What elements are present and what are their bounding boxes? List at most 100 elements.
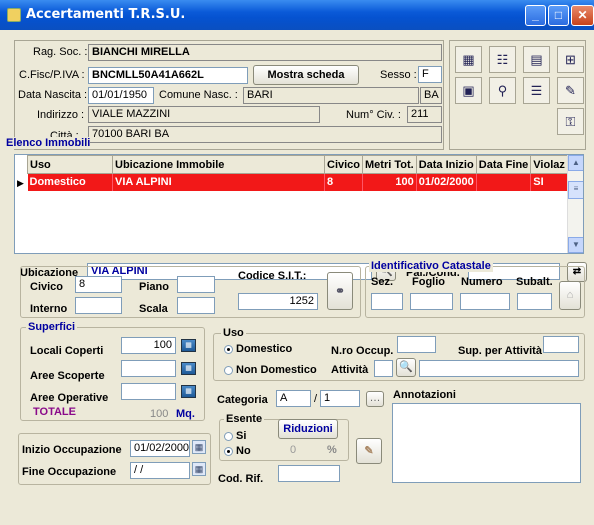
col-data-inizio[interactable]: Data Inizio [415, 155, 477, 174]
cell-metri[interactable]: 100 [362, 173, 417, 191]
esente-no-radio[interactable]: No [224, 445, 251, 457]
categoria-sep: / [314, 393, 318, 405]
uso-title: Uso [221, 327, 246, 339]
col-ubicazione[interactable]: Ubicazione Immobile [112, 155, 325, 174]
sup-attivita-field[interactable] [543, 336, 579, 353]
network-icon[interactable]: ⊞ [557, 46, 584, 73]
minimize-button[interactable]: _ [525, 5, 546, 26]
foglio-field[interactable] [410, 293, 453, 310]
numero-field[interactable] [460, 293, 510, 310]
col-uso[interactable]: Uso [27, 155, 113, 174]
home-icon[interactable]: ⌂ [559, 281, 581, 310]
sup-attivita-label: Sup. per Attività [458, 345, 542, 357]
mostra-scheda-button[interactable]: Mostra scheda [253, 65, 359, 85]
esente-si-label: Si [236, 430, 247, 442]
sez-label: Sez. [371, 276, 394, 288]
radio-icon [224, 431, 233, 441]
calc-operative-icon[interactable]: ▦ [181, 385, 196, 398]
non-domestico-radio[interactable]: Non Domestico [224, 364, 317, 376]
categoria-field-2[interactable]: 1 [320, 390, 360, 407]
domestico-radio[interactable]: Domestico [224, 343, 292, 355]
rag-soc-field: BIANCHI MIRELLA [88, 44, 442, 61]
col-violaz[interactable]: Violaz [530, 155, 572, 174]
calc-icon[interactable]: ▣ [455, 77, 482, 104]
calc-scoperte-icon[interactable]: ▦ [181, 362, 196, 375]
row-selector-icon: ▶ [17, 178, 24, 188]
aree-operative-label: Aree Operative [30, 392, 109, 404]
cell-data-fine[interactable] [476, 173, 532, 191]
calendar-icon[interactable]: ▦ [192, 462, 206, 476]
annotazioni-field[interactable] [392, 403, 581, 483]
radio-icon [224, 344, 233, 354]
immobili-grid[interactable]: ▶ Uso Ubicazione Immobile Civico Metri T… [14, 154, 584, 254]
civico-field[interactable]: 8 [75, 276, 122, 293]
fine-occ-label: Fine Occupazione [22, 466, 117, 478]
locali-coperti-field[interactable]: 100 [121, 337, 176, 354]
scroll-thumb[interactable]: ≡ [568, 181, 583, 199]
categoria-field[interactable]: A [276, 390, 311, 407]
col-metri[interactable]: Metri Tot. [362, 155, 417, 174]
comune-nasc-field: BARI [243, 87, 419, 104]
title-bar[interactable]: Accertamenti T.R.S.U. _ □ ✕ [0, 0, 594, 30]
esente-title: Esente [224, 413, 265, 425]
scroll-down-icon[interactable]: ▼ [568, 237, 583, 253]
fine-occ-field[interactable]: / / [130, 462, 190, 479]
binoculars-icon[interactable]: ⚭ [327, 272, 353, 310]
calc-locali-icon[interactable]: ▦ [181, 339, 196, 352]
riduzioni-button[interactable]: Riduzioni [278, 419, 338, 439]
cell-data-inizio[interactable]: 01/02/2000 [416, 173, 477, 191]
num-civ-field: 211 [407, 106, 442, 123]
nro-occup-field[interactable] [397, 336, 436, 353]
aree-scoperte-field[interactable] [121, 360, 176, 377]
cell-civico[interactable]: 8 [324, 173, 364, 191]
sez-field[interactable] [371, 293, 403, 310]
cod-rif-field[interactable] [278, 465, 340, 482]
cod-rif-label: Cod. Rif. [218, 473, 264, 485]
scroll-up-icon[interactable]: ▲ [568, 155, 583, 171]
prov-field: BA [420, 87, 442, 104]
grid-scrollbar[interactable]: ≡ ▲ ▼ [567, 155, 583, 253]
key-icon[interactable]: ⚿ [557, 108, 584, 135]
form-icon[interactable]: ▤ [523, 46, 550, 73]
maximize-button[interactable]: □ [548, 5, 569, 26]
percent-label: % [327, 444, 337, 456]
cf-field[interactable]: BNCMLL50A41A662L [88, 67, 248, 84]
card-icon[interactable]: ☷ [489, 46, 516, 73]
data-nascita-field[interactable]: 01/01/1950 [88, 87, 154, 104]
table-row[interactable]: Domestico VIA ALPINI 8 100 01/02/2000 SI [27, 173, 572, 191]
esente-no-label: No [236, 445, 251, 457]
esente-si-radio[interactable]: Si [224, 430, 246, 442]
close-button[interactable]: ✕ [571, 5, 594, 26]
list-icon[interactable]: ☰ [523, 77, 550, 104]
non-domestico-label: Non Domestico [236, 364, 317, 376]
interno-field[interactable] [75, 297, 122, 314]
radio-icon [224, 365, 233, 375]
aree-operative-field[interactable] [121, 383, 176, 400]
scala-label: Scala [139, 303, 168, 315]
piano-field[interactable] [177, 276, 215, 293]
grid-icon[interactable]: ▦ [455, 46, 482, 73]
sesso-field[interactable]: F [418, 66, 442, 83]
scala-field[interactable] [177, 297, 215, 314]
edit-icon[interactable]: ✎ [557, 77, 584, 104]
subalt-field[interactable] [517, 293, 552, 310]
annotazioni-label: Annotazioni [393, 389, 456, 401]
locali-coperti-label: Locali Coperti [30, 345, 104, 357]
superfici-title: Superfici [26, 321, 78, 333]
window-title: Accertamenti T.R.S.U. [26, 7, 186, 22]
codice-sit-field[interactable]: 1252 [238, 293, 318, 310]
inizio-occ-field[interactable]: 01/02/2000 [130, 440, 190, 457]
cell-violaz[interactable]: SI [530, 173, 572, 191]
search-attivita-button[interactable]: 🔍 [396, 358, 416, 377]
more-icon[interactable]: … [366, 391, 384, 407]
cell-ubicazione[interactable]: VIA ALPINI [112, 173, 325, 191]
col-data-fine[interactable]: Data Fine [475, 155, 532, 174]
attivita-code-field[interactable] [374, 360, 393, 377]
totale-value: 100 [150, 408, 169, 420]
col-civico[interactable]: Civico [323, 155, 364, 174]
runner-icon[interactable]: ⚲ [489, 77, 516, 104]
cell-uso[interactable]: Domestico [27, 173, 113, 191]
calendar-icon[interactable]: ▦ [192, 440, 206, 454]
attivita-field[interactable] [419, 360, 579, 377]
edit-note-icon[interactable]: ✎ [356, 438, 382, 464]
